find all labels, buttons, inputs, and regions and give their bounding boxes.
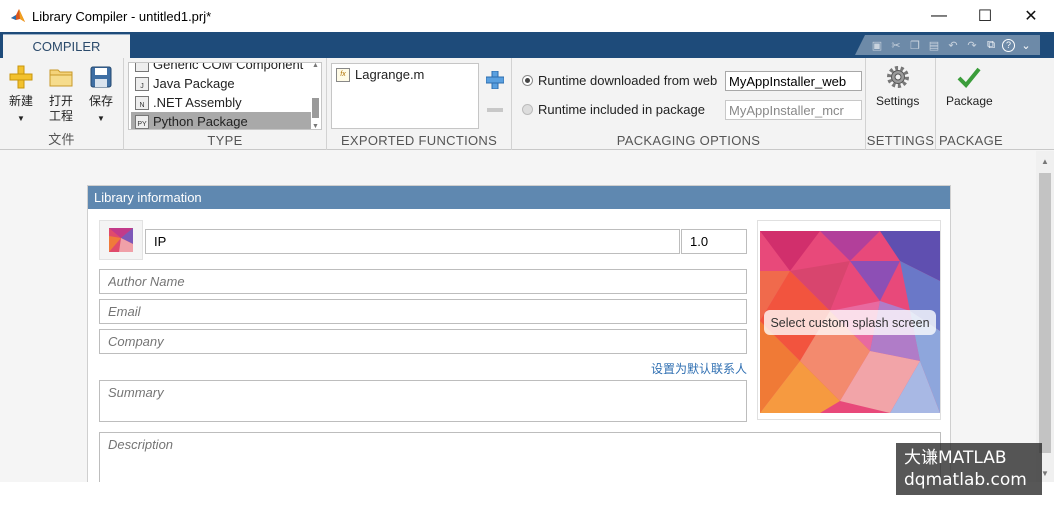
open-project-button[interactable]: 打开 工程 xyxy=(48,64,74,124)
package-section: Package PACKAGE xyxy=(936,58,1006,150)
quick-access-toolbar: ▣ ✂ ❐ ▤ ↶ ↷ ⧉ ? ⌄ xyxy=(855,35,1040,55)
set-default-contact-link[interactable]: 设置为默认联系人 xyxy=(651,360,747,377)
list-item[interactable]: fx Lagrange.m xyxy=(336,67,424,82)
cut-icon[interactable]: ✂ xyxy=(888,37,904,53)
new-button[interactable]: 新建 ▼ xyxy=(8,64,34,126)
scroll-down-icon[interactable]: ▼ xyxy=(312,123,319,129)
list-item-label: Lagrange.m xyxy=(355,67,425,82)
list-item[interactable]: N .NET Assembly xyxy=(131,93,311,112)
redo-icon[interactable]: ↷ xyxy=(964,37,980,53)
scroll-down-icon[interactable]: ▼ xyxy=(1041,469,1049,478)
runtime-package-name-input[interactable] xyxy=(725,100,862,120)
com-icon xyxy=(135,63,149,72)
open-label-2: 工程 xyxy=(48,109,73,123)
minimize-button[interactable]: — xyxy=(916,0,962,32)
switch-windows-icon[interactable]: ⧉ xyxy=(983,37,999,53)
list-item[interactable]: Generic COM Component xyxy=(131,62,311,74)
folder-icon xyxy=(48,64,74,90)
floppy-disk-icon xyxy=(88,64,114,90)
runtime-web-label: Runtime downloaded from web xyxy=(538,73,718,88)
function-file-icon: fx xyxy=(336,67,350,82)
list-item-label: .NET Assembly xyxy=(153,95,242,110)
exported-functions-list[interactable]: fx Lagrange.m xyxy=(331,63,479,129)
splash-screen-label: Select custom splash screen xyxy=(764,310,936,335)
save-button[interactable]: 保存 ▼ xyxy=(88,64,114,126)
library-icon-selector[interactable] xyxy=(99,220,143,260)
window-title: Library Compiler - untitled1.prj* xyxy=(32,8,212,24)
copy-icon[interactable]: ❐ xyxy=(907,37,923,53)
save-icon[interactable]: ▣ xyxy=(869,37,885,53)
python-icon: PY xyxy=(135,114,149,129)
chevron-down-icon: ▼ xyxy=(17,114,25,123)
toolstrip-tab-bar: COMPILER ▣ ✂ ❐ ▤ ↶ ↷ ⧉ ? ⌄ xyxy=(0,32,1054,58)
watermark: 大谦MATLAB dqmatlab.com xyxy=(896,443,1042,495)
scrollbar-thumb[interactable] xyxy=(312,98,319,118)
email-field[interactable] xyxy=(99,299,747,324)
main-content: Library information 设置为默认联系人 xyxy=(0,151,1036,482)
version-input[interactable] xyxy=(681,229,747,254)
panel-header: Library information xyxy=(88,186,950,209)
package-button[interactable]: Package xyxy=(946,64,993,109)
list-item-label: Python Package xyxy=(153,114,248,129)
chevron-down-icon[interactable]: ⌄ xyxy=(1018,37,1034,53)
list-item[interactable]: J Java Package xyxy=(131,74,311,93)
package-label: Package xyxy=(946,94,993,108)
open-label-1: 打开 xyxy=(48,94,73,108)
list-item-selected[interactable]: PY Python Package xyxy=(131,112,311,129)
close-button[interactable]: ✕ xyxy=(1008,0,1054,32)
net-icon: N xyxy=(135,95,149,110)
settings-button[interactable]: Settings xyxy=(876,64,919,109)
paste-icon[interactable]: ▤ xyxy=(926,37,942,53)
radio-unselected-icon[interactable] xyxy=(522,104,533,115)
author-name-field[interactable] xyxy=(99,269,747,294)
plus-icon xyxy=(8,64,34,90)
new-label: 新建 xyxy=(8,94,33,108)
scrollbar-thumb[interactable] xyxy=(1039,173,1051,453)
watermark-line-2: dqmatlab.com xyxy=(904,470,1027,490)
runtime-package-label: Runtime included in package xyxy=(538,102,705,117)
main-scrollbar[interactable]: ▲ ▼ xyxy=(1036,151,1054,482)
summary-field[interactable] xyxy=(99,380,747,422)
exported-functions-label: EXPORTED FUNCTIONS xyxy=(340,133,498,148)
runtime-web-radio[interactable]: Runtime downloaded from web xyxy=(522,73,717,88)
file-section-label: 文件 xyxy=(48,133,75,148)
type-list-scrollbar[interactable]: ▲ ▼ xyxy=(311,63,320,129)
runtime-package-radio[interactable]: Runtime included in package xyxy=(522,102,705,117)
checkmark-icon xyxy=(956,64,982,90)
type-list[interactable]: Generic COM Component J Java Package N .… xyxy=(128,62,322,130)
library-thumbnail-icon xyxy=(109,228,133,252)
java-icon: J xyxy=(135,76,149,91)
scroll-up-icon[interactable]: ▲ xyxy=(1041,157,1049,166)
remove-function-icon[interactable] xyxy=(487,108,503,112)
splash-screen-selector[interactable]: Select custom splash screen xyxy=(757,220,941,420)
package-section-label: PACKAGE xyxy=(939,133,1003,148)
description-field[interactable] xyxy=(99,432,941,482)
title-bar: Library Compiler - untitled1.prj* — ☐ ✕ xyxy=(0,0,1054,32)
settings-section-label: SETTINGS xyxy=(866,133,935,148)
list-item-label: Generic COM Component xyxy=(153,62,304,72)
save-label: 保存 xyxy=(88,94,113,108)
matlab-logo-icon xyxy=(11,9,25,22)
tab-compiler[interactable]: COMPILER xyxy=(3,34,130,58)
library-name-input[interactable] xyxy=(145,229,680,254)
help-icon[interactable]: ? xyxy=(1002,38,1015,52)
maximize-button[interactable]: ☐ xyxy=(962,0,1008,32)
ribbon: 新建 ▼ 打开 工程 保存 ▼ 文件 TYPE Generic COM Comp… xyxy=(0,58,1054,150)
settings-label: Settings xyxy=(876,94,920,108)
list-item-label: Java Package xyxy=(153,76,235,91)
scroll-up-icon[interactable]: ▲ xyxy=(312,63,319,69)
packaging-options-label: PACKAGING OPTIONS xyxy=(616,133,761,148)
add-function-icon[interactable] xyxy=(486,71,504,89)
chevron-down-icon: ▼ xyxy=(97,114,105,123)
library-information-panel: Library information 设置为默认联系人 xyxy=(87,185,951,482)
watermark-line-1: 大谦MATLAB xyxy=(904,448,1007,468)
runtime-web-name-input[interactable] xyxy=(725,71,862,91)
settings-section: Settings SETTINGS xyxy=(866,58,936,150)
company-field[interactable] xyxy=(99,329,747,354)
gear-icon xyxy=(885,64,911,90)
radio-selected-icon[interactable] xyxy=(522,75,533,86)
undo-icon[interactable]: ↶ xyxy=(945,37,961,53)
file-section: 新建 ▼ 打开 工程 保存 ▼ 文件 xyxy=(0,58,124,150)
type-section-label: TYPE xyxy=(207,133,243,148)
